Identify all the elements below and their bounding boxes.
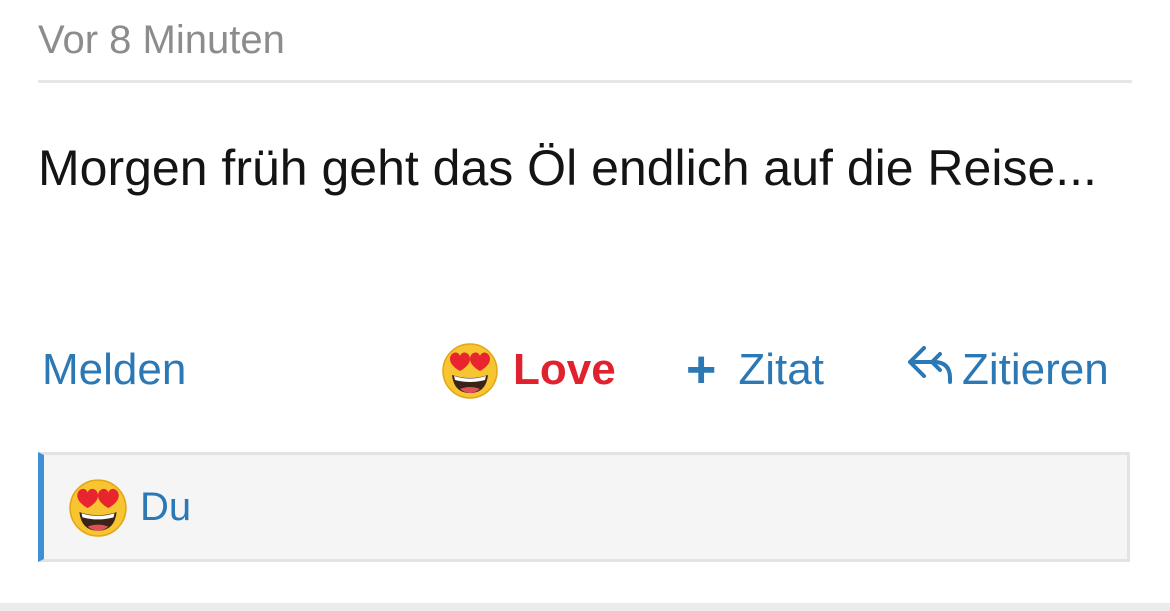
add-quote-label: Zitat — [738, 345, 824, 394]
love-reaction-button[interactable]: Love — [441, 335, 616, 405]
post-bottom-divider — [0, 603, 1170, 611]
report-label: Melden — [42, 345, 187, 394]
heart-eyes-emoji-icon — [441, 341, 499, 399]
quote-button[interactable]: Zitieren — [906, 335, 1109, 405]
divider — [38, 80, 1132, 83]
plus-icon: + — [686, 341, 717, 399]
add-quote-button[interactable]: + Zitat — [686, 335, 824, 405]
report-button[interactable]: Melden — [42, 335, 186, 405]
post-timestamp: Vor 8 Minuten — [38, 18, 285, 62]
reactions-summary[interactable]: Du — [38, 452, 1130, 562]
post-actions-bar: Melden Love + Zitat Zitieren — [38, 335, 1128, 405]
love-label: Love — [513, 345, 616, 394]
reply-arrow-icon — [906, 344, 954, 397]
heart-eyes-emoji-icon — [68, 477, 128, 537]
quote-label: Zitieren — [962, 345, 1109, 394]
post-message: Morgen früh geht das Öl endlich auf die … — [38, 140, 1097, 196]
reaction-user-link[interactable]: Du — [140, 485, 191, 530]
forum-post: Vor 8 Minuten Morgen früh geht das Öl en… — [0, 0, 1170, 611]
